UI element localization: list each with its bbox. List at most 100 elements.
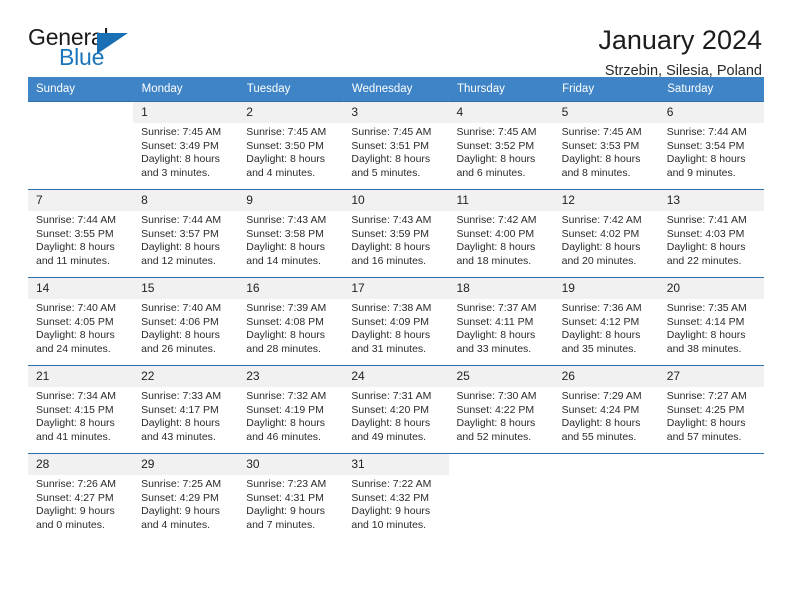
daylight-text-line2: and 7 minutes. [246,518,316,531]
daylight-text-line2: and 33 minutes. [456,342,532,355]
day-cell[interactable]: 22 Sunrise: 7:33 AM Sunset: 4:17 PM Dayl… [133,365,239,454]
day-cell[interactable]: 21 Sunrise: 7:34 AM Sunset: 4:15 PM Dayl… [28,365,134,454]
day-cell[interactable]: 28 Sunrise: 7:26 AM Sunset: 4:27 PM Dayl… [28,453,134,541]
day-cell[interactable]: 12 Sunrise: 7:42 AM Sunset: 4:02 PM Dayl… [553,189,659,278]
daylight-text-line2: and 11 minutes. [36,254,110,267]
day-cell-inner: 5 Sunrise: 7:45 AM Sunset: 3:53 PM Dayli… [553,102,659,188]
day-cell[interactable]: 6 Sunrise: 7:44 AM Sunset: 3:54 PM Dayli… [658,101,764,190]
day-cell-inner [28,102,134,188]
day-cell[interactable]: 7 Sunrise: 7:44 AM Sunset: 3:55 PM Dayli… [28,189,134,278]
day-cell[interactable]: 20 Sunrise: 7:35 AM Sunset: 4:14 PM Dayl… [658,277,764,366]
sunset-text: Sunset: 3:58 PM [246,227,324,240]
day-cell[interactable]: 26 Sunrise: 7:29 AM Sunset: 4:24 PM Dayl… [553,365,659,454]
weekday-header-wednesday: Wednesday [343,77,450,102]
day-cell[interactable]: 8 Sunrise: 7:44 AM Sunset: 3:57 PM Dayli… [133,189,239,278]
sunset-text: Sunset: 3:53 PM [561,139,640,152]
sunset-text: Sunset: 4:05 PM [36,315,114,328]
day-cell[interactable]: 23 Sunrise: 7:32 AM Sunset: 4:19 PM Dayl… [238,365,344,454]
day-cell[interactable]: 24 Sunrise: 7:31 AM Sunset: 4:20 PM Dayl… [343,365,449,454]
daylight-text-line1: Daylight: 8 hours [246,241,326,254]
day-cell[interactable]: 10 Sunrise: 7:43 AM Sunset: 3:59 PM Dayl… [343,189,449,278]
day-info: Sunrise: 7:30 AM Sunset: 4:22 PM Dayligh… [449,387,554,444]
day-info: Sunrise: 7:44 AM Sunset: 3:57 PM Dayligh… [133,211,238,268]
daylight-text-line1: Daylight: 8 hours [36,417,115,430]
day-cell[interactable]: 18 Sunrise: 7:37 AM Sunset: 4:11 PM Dayl… [448,277,554,366]
day-cell[interactable] [658,453,764,541]
day-cell-inner: 11 Sunrise: 7:42 AM Sunset: 4:00 PM Dayl… [448,190,554,276]
daylight-text-line2: and 9 minutes. [666,166,736,179]
day-cell[interactable]: 1 Sunrise: 7:45 AM Sunset: 3:49 PM Dayli… [133,101,239,190]
day-cell-inner: 3 Sunrise: 7:45 AM Sunset: 3:51 PM Dayli… [343,102,449,188]
day-number: 28 [28,454,134,475]
day-cell[interactable]: 3 Sunrise: 7:45 AM Sunset: 3:51 PM Dayli… [343,101,449,190]
day-cell[interactable]: 17 Sunrise: 7:38 AM Sunset: 4:09 PM Dayl… [343,277,449,366]
day-cell[interactable]: 29 Sunrise: 7:25 AM Sunset: 4:29 PM Dayl… [133,453,239,541]
day-cell-inner: 27 Sunrise: 7:27 AM Sunset: 4:25 PM Dayl… [658,366,764,452]
daylight-text-line2: and 6 minutes. [456,166,526,179]
daylight-text-line1: Daylight: 8 hours [36,329,115,342]
sunset-text: Sunset: 3:52 PM [456,139,535,152]
sunrise-text: Sunrise: 7:35 AM [666,302,747,314]
general-blue-logo: General Blue [28,24,158,72]
sunrise-text: Sunrise: 7:22 AM [351,478,432,490]
day-cell-inner: 10 Sunrise: 7:43 AM Sunset: 3:59 PM Dayl… [343,190,449,276]
daylight-text-line2: and 0 minutes. [36,518,105,531]
day-cell[interactable]: 13 Sunrise: 7:41 AM Sunset: 4:03 PM Dayl… [658,189,764,278]
day-cell[interactable]: 15 Sunrise: 7:40 AM Sunset: 4:06 PM Dayl… [133,277,239,366]
day-cell[interactable] [28,101,134,190]
day-cell[interactable]: 27 Sunrise: 7:27 AM Sunset: 4:25 PM Dayl… [658,365,764,454]
sunset-text: Sunset: 4:06 PM [141,315,219,328]
sunset-text: Sunset: 4:08 PM [246,315,324,328]
day-cell[interactable]: 9 Sunrise: 7:43 AM Sunset: 3:58 PM Dayli… [238,189,344,278]
weekday-header-sunday: Sunday [28,77,134,102]
day-cell[interactable]: 31 Sunrise: 7:22 AM Sunset: 4:32 PM Dayl… [343,453,449,541]
day-cell[interactable]: 30 Sunrise: 7:23 AM Sunset: 4:31 PM Dayl… [238,453,344,541]
sunset-text: Sunset: 3:50 PM [246,139,324,152]
day-cell-inner: 1 Sunrise: 7:45 AM Sunset: 3:49 PM Dayli… [133,102,239,188]
day-cell[interactable]: 2 Sunrise: 7:45 AM Sunset: 3:50 PM Dayli… [238,101,344,190]
day-cell-inner: 6 Sunrise: 7:44 AM Sunset: 3:54 PM Dayli… [658,102,764,188]
day-info: Sunrise: 7:23 AM Sunset: 4:31 PM Dayligh… [238,475,343,532]
day-number: 30 [238,454,344,475]
sunrise-text: Sunrise: 7:33 AM [141,390,222,402]
page-header: General Blue January 2024 Strzebin, Sile… [28,0,764,79]
sunrise-text: Sunrise: 7:43 AM [351,214,432,226]
day-cell-inner: 28 Sunrise: 7:26 AM Sunset: 4:27 PM Dayl… [28,454,134,540]
day-cell-inner: 7 Sunrise: 7:44 AM Sunset: 3:55 PM Dayli… [28,190,134,276]
daylight-text-line1: Daylight: 8 hours [456,153,536,166]
sunset-text: Sunset: 4:00 PM [456,227,535,240]
day-number: 17 [343,278,449,299]
day-cell[interactable]: 4 Sunrise: 7:45 AM Sunset: 3:52 PM Dayli… [448,101,554,190]
day-number: 14 [28,278,134,299]
day-cell[interactable] [448,453,554,541]
daylight-text-line2: and 41 minutes. [36,430,111,443]
sunset-text: Sunset: 4:17 PM [141,403,219,416]
day-number: 24 [343,366,449,387]
day-number: 2 [238,102,344,123]
day-cell[interactable]: 5 Sunrise: 7:45 AM Sunset: 3:53 PM Dayli… [553,101,659,190]
day-cell[interactable]: 25 Sunrise: 7:30 AM Sunset: 4:22 PM Dayl… [448,365,554,454]
daylight-text-line2: and 52 minutes. [456,430,532,443]
day-number: 23 [238,366,344,387]
day-info: Sunrise: 7:45 AM Sunset: 3:51 PM Dayligh… [343,123,448,180]
day-number: 31 [343,454,449,475]
day-cell[interactable]: 11 Sunrise: 7:42 AM Sunset: 4:00 PM Dayl… [448,189,554,278]
day-cell-inner: 24 Sunrise: 7:31 AM Sunset: 4:20 PM Dayl… [343,366,449,452]
day-info: Sunrise: 7:45 AM Sunset: 3:52 PM Dayligh… [449,123,554,180]
sunrise-text: Sunrise: 7:26 AM [36,478,116,490]
day-cell-inner [658,454,764,540]
daylight-text-line2: and 28 minutes. [246,342,321,355]
day-cell[interactable] [553,453,659,541]
day-cell[interactable]: 19 Sunrise: 7:36 AM Sunset: 4:12 PM Dayl… [553,277,659,366]
daylight-text-line1: Daylight: 8 hours [141,153,220,166]
daylight-text-line1: Daylight: 8 hours [456,329,536,342]
sunset-text: Sunset: 3:57 PM [141,227,219,240]
sunrise-text: Sunrise: 7:34 AM [36,390,116,402]
day-cell-inner: 12 Sunrise: 7:42 AM Sunset: 4:02 PM Dayl… [553,190,659,276]
day-info: Sunrise: 7:35 AM Sunset: 4:14 PM Dayligh… [659,299,764,356]
daylight-text-line1: Daylight: 8 hours [351,241,431,254]
day-cell[interactable]: 14 Sunrise: 7:40 AM Sunset: 4:05 PM Dayl… [28,277,134,366]
sunset-text: Sunset: 4:32 PM [351,491,430,504]
day-cell[interactable]: 16 Sunrise: 7:39 AM Sunset: 4:08 PM Dayl… [238,277,344,366]
day-number: 15 [133,278,239,299]
